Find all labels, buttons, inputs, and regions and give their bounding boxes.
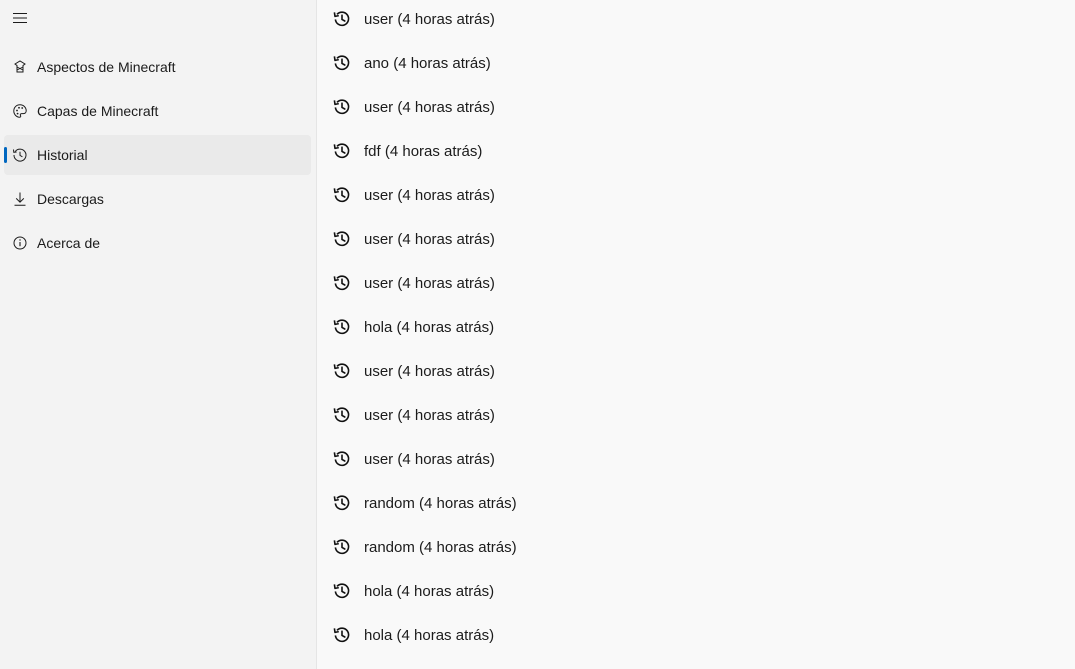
history-icon — [12, 147, 28, 163]
history-item-text: fdf (4 horas atrás) — [364, 143, 483, 160]
palette-icon — [12, 103, 28, 119]
history-icon — [333, 98, 351, 116]
history-icon — [333, 10, 351, 28]
history-icon — [333, 450, 351, 468]
history-icon — [333, 362, 351, 380]
history-icon — [333, 54, 351, 72]
history-item[interactable]: user (4 horas atrás) — [317, 450, 1075, 494]
nav-list: Aspectos de Minecraft Capas de Minecraft — [4, 47, 311, 267]
sidebar-item-label: Aspectos de Minecraft — [37, 59, 176, 75]
history-item[interactable]: ano (4 horas atrás) — [317, 54, 1075, 98]
history-item-text: user (4 horas atrás) — [364, 11, 495, 28]
download-icon — [12, 191, 28, 207]
history-item[interactable]: user (4 horas atrás) — [317, 274, 1075, 318]
sidebar-item-aspectos[interactable]: Aspectos de Minecraft — [4, 47, 311, 87]
sidebar-item-label: Acerca de — [37, 235, 101, 251]
navigation-sidebar: Aspectos de Minecraft Capas de Minecraft — [0, 0, 317, 669]
history-item-text: random (4 horas atrás) — [364, 495, 517, 512]
history-icon — [333, 230, 351, 248]
history-icon — [333, 626, 351, 644]
sidebar-item-label: Capas de Minecraft — [37, 103, 159, 119]
history-item[interactable]: user (4 horas atrás) — [317, 362, 1075, 406]
history-item[interactable]: fdf (4 horas atrás) — [317, 142, 1075, 186]
history-item[interactable]: hola (4 horas atrás) — [317, 318, 1075, 362]
history-icon — [333, 582, 351, 600]
history-item-text: hola (4 horas atrás) — [364, 319, 495, 336]
hamburger-menu-button[interactable] — [4, 3, 36, 33]
history-item-text: user (4 horas atrás) — [364, 451, 495, 468]
history-icon — [333, 538, 351, 556]
history-item[interactable]: random (4 horas atrás) — [317, 538, 1075, 582]
history-item[interactable]: user (4 horas atrás) — [317, 186, 1075, 230]
history-item-text: ano (4 horas atrás) — [364, 55, 491, 72]
sidebar-item-label: Historial — [37, 147, 88, 163]
history-icon — [333, 406, 351, 424]
history-icon — [333, 318, 351, 336]
history-item[interactable]: hola (4 horas atrás) — [317, 582, 1075, 626]
sidebar-item-historial[interactable]: Historial — [4, 135, 311, 175]
history-item[interactable]: user (4 horas atrás) — [317, 406, 1075, 450]
history-item-text: user (4 horas atrás) — [364, 231, 495, 248]
sidebar-item-label: Descargas — [37, 191, 104, 207]
history-page: user (4 horas atrás) ano (4 horas atrás) u… — [317, 0, 1075, 669]
hamburger-menu-icon — [13, 12, 27, 24]
history-item[interactable]: user (4 horas atrás) — [317, 98, 1075, 142]
history-item-text: hola (4 horas atrás) — [364, 627, 495, 644]
history-item[interactable]: hola (4 horas atrás) — [317, 626, 1075, 669]
history-icon — [333, 494, 351, 512]
history-item[interactable]: user (4 horas atrás) — [317, 230, 1075, 274]
sidebar-item-capas[interactable]: Capas de Minecraft — [4, 91, 311, 131]
app-window: Aspectos de Minecraft Capas de Minecraft — [0, 0, 1075, 669]
history-item-text: user (4 horas atrás) — [364, 363, 495, 380]
history-icon — [333, 274, 351, 292]
history-item-text: user (4 horas atrás) — [364, 407, 495, 424]
history-item-text: random (4 horas atrás) — [364, 539, 517, 556]
history-item[interactable]: random (4 horas atrás) — [317, 494, 1075, 538]
history-item-text: user (4 horas atrás) — [364, 275, 495, 292]
history-item[interactable]: user (4 horas atrás) — [317, 10, 1075, 54]
history-icon — [333, 186, 351, 204]
history-item-text: hola (4 horas atrás) — [364, 583, 495, 600]
history-icon — [333, 142, 351, 160]
sidebar-item-acerca[interactable]: Acerca de — [4, 223, 311, 263]
sidebar-item-descargas[interactable]: Descargas — [4, 179, 311, 219]
history-item-text: user (4 horas atrás) — [364, 187, 495, 204]
selection-indicator — [4, 147, 7, 163]
info-icon — [12, 235, 28, 251]
history-item-text: user (4 horas atrás) — [364, 99, 495, 116]
skin-icon — [12, 59, 28, 75]
